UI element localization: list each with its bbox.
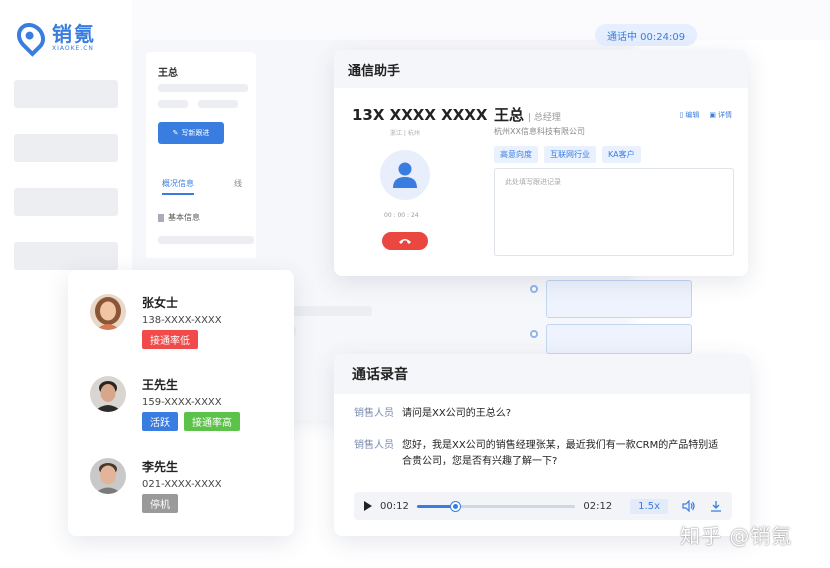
contact-company: 杭州XX信息科技有限公司 (494, 127, 585, 136)
status-badge: 接通率高 (184, 412, 240, 431)
transcript-line: 销售人员 您好，我是XX公司的销售经理张某，最近我们有一款CRM的产品特别适合贵… (354, 438, 728, 470)
contact-tag: 互联网行业 (544, 146, 596, 163)
call-recording-panel: 通话录音 销售人员 请问是XX公司的王总么? 销售人员 您好，我是XX公司的销售… (334, 354, 750, 536)
timeline-entry[interactable] (546, 324, 692, 354)
status-badge: 活跃 (142, 412, 178, 431)
detail-placeholder (158, 236, 254, 244)
play-icon[interactable] (364, 501, 372, 511)
current-time: 00:12 (380, 500, 409, 512)
contact-name: 李先生 (142, 460, 179, 474)
detail-button[interactable]: ▣ 详情 (709, 110, 732, 120)
phone-location: 浙江 | 杭州 (390, 130, 420, 137)
volume-icon (682, 500, 695, 512)
detail-placeholder (158, 84, 248, 92)
logo-subtext: XIAOKE.CN (52, 44, 94, 52)
top-bar (132, 0, 830, 40)
contact-phone: 021-XXXX-XXXX (142, 479, 222, 490)
call-status-badge: 通话中 00:24:09 (595, 24, 698, 46)
download-button[interactable] (710, 500, 722, 512)
contact-tag: KA客户 (602, 146, 641, 163)
detail-label: 详情 (718, 111, 732, 119)
detail-card: 王总 ✎ 写新跟进 (146, 52, 256, 172)
tab-second[interactable]: 线 (234, 178, 242, 189)
avatar (90, 458, 126, 494)
phone-number: 13X XXXX XXXX (352, 106, 488, 124)
call-timer: 00 : 00 : 24 (384, 212, 419, 219)
caller-avatar (380, 150, 430, 200)
write-follow-up-button[interactable]: ✎ 写新跟进 (158, 122, 224, 144)
contact-phone: 138-XXXX-XXXX (142, 315, 222, 326)
detail-tabs: 概况信息 线 基本信息 (146, 168, 256, 258)
detail-icon: ▣ (709, 111, 716, 119)
edit-label: 编辑 (685, 111, 700, 119)
contact-role: | 总经理 (528, 113, 561, 123)
playback-speed-button[interactable]: 1.5x (630, 498, 668, 514)
progress-fill (416, 504, 455, 508)
timeline-entry[interactable] (546, 280, 692, 318)
detail-name: 王总 (158, 68, 178, 79)
list-item[interactable]: 李先生 021-XXXX-XXXX 停机 (90, 458, 222, 513)
speaker-label: 销售人员 (354, 440, 394, 451)
follow-up-note-input[interactable]: 此处填写跟进记录 (494, 168, 734, 256)
logo-icon (11, 17, 51, 57)
avatar (90, 294, 126, 330)
logo: 销氪 XIAOKE.CN (11, 17, 96, 57)
basic-info-heading: 基本信息 (158, 212, 200, 223)
communication-assistant-panel: 通信助手 13X XXXX XXXX 浙江 | 杭州 00 : 00 : 24 … (334, 50, 748, 276)
transcript-text: 您好，我是XX公司的销售经理张某，最近我们有一款CRM的产品特别适合贵公司，您是… (402, 440, 719, 467)
contact-tag: 高意向度 (494, 146, 538, 163)
transcript-line: 销售人员 请问是XX公司的王总么? (354, 406, 728, 422)
edit-icon: ✎ (172, 129, 179, 137)
contact-phone: 159-XXXX-XXXX (142, 397, 222, 408)
hang-up-button[interactable] (382, 232, 428, 250)
timeline-dot (530, 330, 538, 338)
sidebar-placeholder (14, 242, 118, 270)
list-item[interactable]: 王先生 159-XXXX-XXXX 活跃 接通率高 (90, 376, 240, 431)
status-badge: 接通率低 (142, 330, 198, 349)
recording-title: 通话录音 (334, 354, 750, 394)
flag-icon (158, 213, 164, 222)
contact-name: 王先生 (142, 378, 179, 392)
total-time: 02:12 (583, 500, 613, 512)
download-icon (711, 501, 721, 512)
sidebar-placeholder (14, 134, 118, 162)
contact-actions: ▯ 编辑 ▣ 详情 (680, 110, 732, 120)
audio-player: 00:12 02:12 1.5x (354, 492, 732, 520)
list-item[interactable]: 张女士 138-XXXX-XXXX 接通率低 (90, 294, 222, 349)
contact-tags: 高意向度 互联网行业 KA客户 (494, 146, 641, 163)
contact-name: 王总 (494, 106, 525, 124)
user-icon (393, 162, 417, 188)
assistant-title: 通信助手 (334, 50, 748, 88)
contact-header: 王总 | 总经理 (494, 104, 561, 125)
sidebar-placeholder (14, 80, 118, 108)
detail-placeholder (158, 100, 188, 108)
volume-button[interactable] (682, 500, 696, 512)
tab-overview[interactable]: 概况信息 (162, 178, 194, 195)
basic-info-label: 基本信息 (168, 213, 200, 222)
edit-icon: ▯ (679, 111, 684, 119)
progress-slider[interactable] (416, 501, 576, 511)
detail-placeholder (198, 100, 238, 108)
phone-hangup-icon (399, 239, 411, 244)
contacts-list: 张女士 138-XXXX-XXXX 接通率低 王先生 159-XXXX-XXXX… (68, 270, 294, 536)
edit-button[interactable]: ▯ 编辑 (680, 110, 700, 120)
watermark: 知乎 @销氪 (680, 524, 793, 548)
avatar (90, 376, 126, 412)
timeline-dot (530, 285, 538, 293)
contact-name: 张女士 (142, 296, 179, 310)
progress-handle[interactable] (450, 501, 460, 511)
write-follow-up-label: 写新跟进 (181, 129, 210, 137)
sidebar-placeholder (14, 188, 118, 216)
logo-text: 销氪 (52, 21, 96, 46)
status-badge: 停机 (142, 494, 178, 513)
transcript-text: 请问是XX公司的王总么? (402, 408, 512, 419)
speaker-label: 销售人员 (354, 408, 394, 419)
